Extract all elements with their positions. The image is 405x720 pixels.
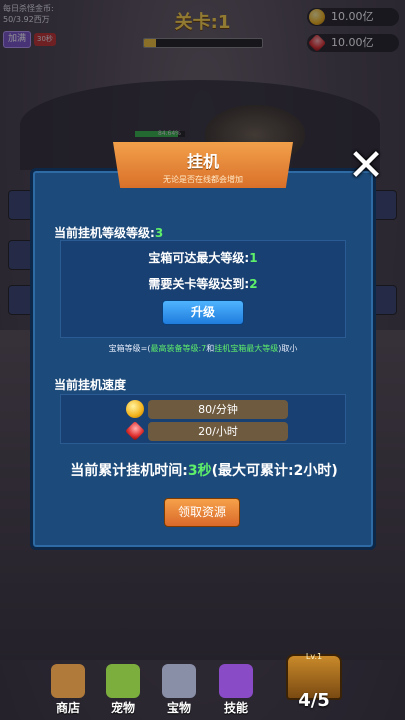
accumulated-time: 当前累计挂机时间:3秒(最大可累计:2小时) xyxy=(34,460,374,480)
required-stage: 需要关卡等级达到:2 xyxy=(60,275,346,292)
nav-shop[interactable]: 商店 xyxy=(46,664,90,716)
nav-skill[interactable]: 技能 xyxy=(214,664,258,716)
speed-label: 当前挂机速度 xyxy=(54,378,127,392)
idle-level: 当前挂机等级等级:3 xyxy=(54,224,163,241)
skill-icon xyxy=(219,664,253,698)
gold-coin-icon xyxy=(126,400,144,418)
nav-skill-label: 技能 xyxy=(223,701,248,715)
dialog-subtitle: 无论是否在线都会增加 xyxy=(163,175,243,184)
upgrade-button[interactable]: 升级 xyxy=(162,300,244,325)
hint-prefix: 宝箱等级=( xyxy=(108,344,151,353)
close-icon[interactable]: ✕ xyxy=(344,144,388,190)
accum-label: 当前累计挂机时间: xyxy=(70,463,188,479)
idle-level-label: 当前挂机等级等级: xyxy=(54,226,155,240)
nav-pet[interactable]: 宠物 xyxy=(101,664,145,716)
dialog-title: 挂机 xyxy=(186,152,219,171)
required-stage-value: 2 xyxy=(249,277,258,291)
idle-level-value: 3 xyxy=(154,226,164,240)
chest-count: 4/5 xyxy=(298,690,330,711)
gold-rate: 80/分钟 xyxy=(148,400,288,419)
accum-max: (最大可累计:2小时) xyxy=(211,463,338,479)
hint-max-equip-level: 最高装备等级:7 xyxy=(150,344,207,353)
dialog-title-ribbon: 挂机 无论是否在线都会增加 xyxy=(113,142,293,188)
gem-rate: 20/小时 xyxy=(148,422,288,441)
nav-pet-label: 宠物 xyxy=(110,701,135,715)
hint-suffix: )取小 xyxy=(278,344,298,353)
nav-treasure-label: 宝物 xyxy=(166,701,191,715)
claim-resources-button[interactable]: 领取资源 xyxy=(164,498,240,527)
pet-icon xyxy=(106,664,140,698)
max-chest-level: 宝箱可达最大等级:1 xyxy=(60,249,346,266)
idle-chest-button[interactable]: Lv.1 4/5 xyxy=(282,648,346,718)
accum-value: 3秒 xyxy=(187,463,212,479)
nav-shop-label: 商店 xyxy=(55,701,80,715)
max-chest-level-label: 宝箱可达最大等级: xyxy=(148,251,250,265)
chest-level: Lv.1 xyxy=(305,652,323,661)
hint-idle-chest-max: 挂机宝箱最大等级 xyxy=(214,344,279,353)
nav-treasure[interactable]: 宝物 xyxy=(157,664,201,716)
treasure-icon xyxy=(162,664,196,698)
required-stage-label: 需要关卡等级达到: xyxy=(148,277,250,291)
chest-level-hint: 宝箱等级=(最高装备等级:7和挂机宝箱最大等级)取小 xyxy=(60,343,346,354)
max-chest-level-value: 1 xyxy=(249,251,258,265)
shop-icon xyxy=(51,664,85,698)
